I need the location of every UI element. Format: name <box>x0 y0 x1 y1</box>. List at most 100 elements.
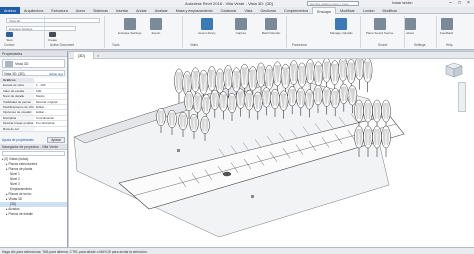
ribbon-group-label: Tools <box>112 43 120 47</box>
ribbon-label-10: Feedback <box>440 31 454 35</box>
property-key: Nivel de detalle <box>3 94 25 99</box>
ribbon-icon-6 <box>265 18 278 30</box>
ribbon-label-6: Batch Render <box>262 31 281 35</box>
ribbon-label-4: Asset Library <box>198 31 216 35</box>
ribbon-icon-8 <box>373 18 386 30</box>
ribbon-icon-10 <box>440 18 453 30</box>
ribbon-label-0: Start <box>6 38 13 42</box>
ribbon-icon-7 <box>335 18 348 30</box>
tab-14[interactable]: Modificar <box>336 7 359 14</box>
property-value[interactable] <box>34 78 67 83</box>
window-title: Autodesk Revit 2018 - Villa Verde - Vist… <box>185 1 274 6</box>
project-browser: Navegador de proyectos - Villa Verde ▸ [… <box>0 144 68 247</box>
ribbon-tabs: Archivo Arquitectura Estructura Acero Sistem… <box>0 7 474 14</box>
ribbon-button-8[interactable]: Place Sound Source <box>366 18 393 35</box>
car-icon <box>222 171 232 177</box>
ribbon-button-4[interactable]: Asset Library <box>198 18 216 35</box>
tab-3[interactable]: Acero <box>72 7 89 14</box>
tab-11[interactable]: Gestionar <box>256 7 280 14</box>
tab-13[interactable]: Enscape <box>312 7 337 14</box>
instance-filter[interactable]: Vista 3D: {3D} Editar tipo <box>2 70 65 76</box>
tab-5[interactable]: Insertar <box>112 7 132 14</box>
property-key: Modificaciones de V/G <box>3 104 34 109</box>
close-icon[interactable]: × <box>464 0 473 7</box>
browser-search-input[interactable] <box>2 151 65 156</box>
tab-8[interactable]: Masa y emplazamiento <box>172 7 217 14</box>
sign-in-link[interactable]: Iniciar sesión <box>392 1 412 5</box>
ribbon-button-3[interactable]: Export <box>150 18 162 35</box>
view-selector[interactable]: Vista 3D <box>6 18 100 23</box>
properties-help-link[interactable]: Ayuda de propiedades <box>2 138 34 142</box>
property-value[interactable]: Mostrar original <box>34 99 67 104</box>
view-tab[interactable]: {3D} <box>74 52 94 59</box>
ribbon-icon-3 <box>150 18 162 30</box>
property-key: Escala de vista <box>3 83 24 88</box>
ribbon-group-label: Panorama <box>292 43 307 47</box>
ribbon-button-9[interactable]: About <box>404 18 416 35</box>
ribbon-button-6[interactable]: Batch Render <box>262 18 280 35</box>
ribbon-label-7: Manage Uploads <box>330 31 353 35</box>
ribbon-button-2[interactable]: Enscape Settings <box>118 18 141 35</box>
edit-type-button[interactable]: Editar tipo <box>49 72 63 76</box>
minimize-icon[interactable]: – <box>446 0 455 7</box>
property-key: Ruta de sol <box>3 126 19 131</box>
type-selector[interactable]: Vista 3D <box>2 59 65 68</box>
tab-7[interactable]: Analizar <box>151 7 172 14</box>
ribbon-button-1[interactable]: Create <box>48 32 57 42</box>
view-tabbar: {3D} × <box>69 52 474 59</box>
close-view-icon[interactable]: × <box>97 53 99 58</box>
status-bar: Haga clic para seleccionar, TAB para alt… <box>0 247 474 254</box>
ribbon-button-0[interactable]: Start <box>6 32 13 42</box>
filter-label: Vista 3D: {3D} <box>4 72 25 76</box>
tab-12[interactable]: Complementos <box>280 7 312 14</box>
tab-10[interactable]: Vista <box>240 7 256 14</box>
view-3d-icon <box>5 61 13 67</box>
ribbon-group-label: Help <box>446 43 453 47</box>
ribbon-group-label: Video <box>190 43 199 47</box>
ribbon-icon-5 <box>235 18 247 30</box>
tab-1[interactable]: Arquitectura <box>20 7 47 14</box>
ribbon-button-5[interactable]: Capture <box>235 18 247 35</box>
property-value[interactable]: Editar... <box>34 110 67 115</box>
ribbon-icon-9 <box>404 18 416 30</box>
property-value[interactable]: 1 : 100 <box>34 83 67 88</box>
property-value[interactable]: Coordinación <box>34 115 67 121</box>
navigation-bar[interactable] <box>458 82 466 112</box>
settings-selector[interactable]: Enscape Settings <box>6 26 76 31</box>
3d-view[interactable]: {3D} × <box>69 51 474 247</box>
tab-15[interactable]: Lumion <box>359 7 379 14</box>
property-value[interactable]: 100 <box>34 88 67 94</box>
tab-0[interactable]: Archivo <box>0 7 20 14</box>
browser-item[interactable]: ▸ Planos de detalle <box>0 212 67 217</box>
tab-9[interactable]: Colaborar <box>217 7 241 14</box>
ribbon-icon-4 <box>200 18 213 30</box>
ribbon-label-1: Create <box>48 38 58 42</box>
property-value[interactable]: Medio <box>34 94 67 99</box>
property-key: Gráficos <box>3 78 16 82</box>
search-input[interactable]: Escriba palabra clave o frase <box>307 1 359 6</box>
bench-icon <box>251 195 254 198</box>
tab-2[interactable]: Estructura <box>47 7 71 14</box>
ribbon-group-label: Settings <box>414 43 426 47</box>
apply-button[interactable]: Aplicar <box>47 137 65 143</box>
ribbon-button-7[interactable]: Manage Uploads <box>330 18 353 35</box>
property-key: Visibilidad de piezas <box>3 99 31 104</box>
tab-4[interactable]: Sistemas <box>89 7 112 14</box>
property-row[interactable]: Ruta de sol <box>0 126 67 132</box>
property-key: Valor de escala <box>3 88 25 93</box>
tab-16[interactable]: Modificar <box>379 7 402 14</box>
ribbon-button-10[interactable]: Feedback <box>440 18 453 35</box>
ribbon-group-label: Active Document <box>50 43 75 47</box>
browser-tree: ▸ [0] Vistas (todas) ▸ Planos estructural… <box>0 157 67 217</box>
property-value[interactable]: Por disciplina <box>34 121 67 126</box>
ribbon-group-label: Control <box>4 43 15 47</box>
type-name: Vista 3D <box>15 62 29 66</box>
property-value[interactable] <box>34 126 67 131</box>
model-canvas[interactable] <box>69 59 474 248</box>
view-cube-icon[interactable] <box>445 62 463 78</box>
property-value[interactable]: Editar... <box>34 104 67 110</box>
property-key: Opciones de visualiz. <box>3 110 33 115</box>
tab-6[interactable]: Anotar <box>132 7 151 14</box>
maximize-icon[interactable]: □ <box>455 0 464 7</box>
properties-header: Propiedades <box>0 51 67 57</box>
